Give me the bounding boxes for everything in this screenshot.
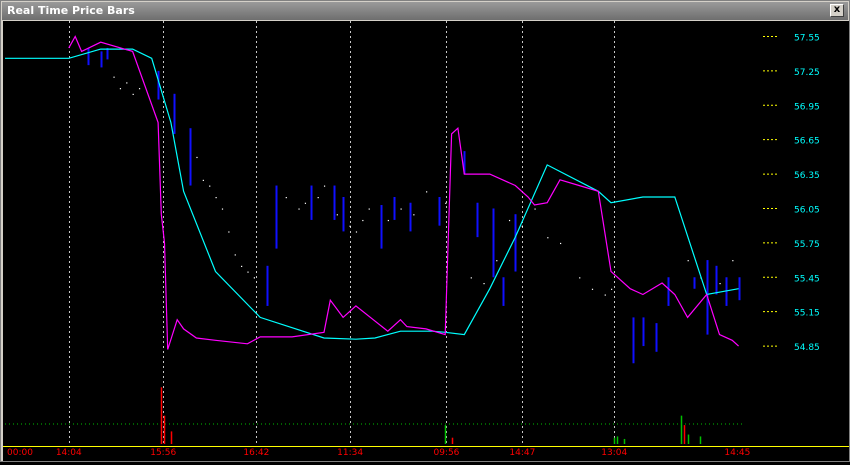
price-dot	[317, 197, 319, 199]
price-label: 56.05	[794, 205, 820, 215]
price-label: 56.65	[794, 137, 820, 147]
price-dot	[355, 231, 358, 233]
price-dot	[413, 214, 415, 216]
price-dot	[591, 288, 594, 290]
price-label: 55.75	[794, 240, 820, 250]
price-dot	[132, 93, 134, 95]
time-label: 15:56	[150, 448, 176, 458]
price-chart[interactable]: 57.55 57.25 56.95 56.65 56.35 56.05 55.75 55.45…	[3, 21, 849, 461]
price-label: 57.25	[794, 68, 820, 78]
price-dot	[368, 208, 370, 210]
time-label: 16:42	[243, 448, 269, 458]
price-dot	[521, 225, 523, 227]
price-dot	[234, 254, 236, 256]
price-dot	[119, 88, 122, 90]
price-dot	[304, 202, 307, 204]
title-bar[interactable]: Real Time Price Bars x	[2, 2, 848, 20]
time-label: 09:56	[433, 448, 459, 458]
time-label: 11:34	[337, 448, 363, 458]
price-dot	[336, 214, 338, 216]
price-dot	[508, 219, 511, 222]
price-dot	[209, 185, 211, 187]
price-dot	[362, 219, 364, 222]
price-dot	[560, 242, 562, 245]
price-dot	[126, 82, 128, 84]
price-label: 57.55	[794, 33, 820, 43]
price-dot	[221, 208, 224, 210]
price-dot	[138, 88, 141, 90]
price-dot	[426, 191, 428, 193]
time-label: 14:04	[56, 448, 82, 458]
price-dot	[298, 208, 300, 210]
time-label: 13:04	[601, 448, 627, 458]
price-dot	[687, 260, 689, 262]
price-dot	[470, 277, 472, 279]
price-dot	[349, 225, 351, 227]
close-button[interactable]: x	[830, 4, 844, 17]
price-dot	[534, 208, 536, 210]
price-dot	[579, 277, 581, 279]
time-label: 14:45	[724, 448, 750, 458]
price-label: 55.45	[794, 274, 820, 284]
price-dot	[215, 197, 217, 199]
time-label: 00:00	[7, 448, 33, 458]
price-dot	[202, 179, 204, 181]
price-dot	[323, 185, 326, 187]
price-label: 55.15	[794, 309, 820, 319]
price-label: 56.35	[794, 171, 820, 181]
price-dot	[496, 260, 498, 262]
price-dot	[387, 219, 389, 222]
price-dot	[604, 294, 606, 296]
price-label: 54.85	[794, 343, 820, 353]
fast-line-series	[68, 35, 740, 350]
window-title: Real Time Price Bars	[7, 4, 135, 17]
time-label: 14:47	[509, 448, 535, 458]
price-dot	[253, 277, 255, 279]
slow-line-series	[5, 48, 739, 340]
price-dot	[732, 260, 734, 262]
price-dot	[196, 156, 198, 159]
price-dot	[247, 271, 249, 273]
price-chart-window: Real Time Price Bars x 57.55 57.25 56.95 56…	[0, 0, 850, 462]
price-dot	[113, 76, 115, 78]
price-dot	[719, 283, 721, 285]
price-dot	[547, 237, 549, 239]
price-dot	[400, 208, 402, 210]
price-label: 56.95	[794, 102, 820, 112]
price-dot	[445, 202, 447, 204]
price-dot	[285, 197, 287, 199]
price-dot	[483, 283, 485, 285]
price-dot	[228, 231, 230, 233]
chart-area[interactable]: 57.55 57.25 56.95 56.65 56.35 56.05 55.75 55.45…	[3, 21, 849, 461]
price-dot	[241, 265, 243, 267]
price-dot	[611, 288, 613, 290]
